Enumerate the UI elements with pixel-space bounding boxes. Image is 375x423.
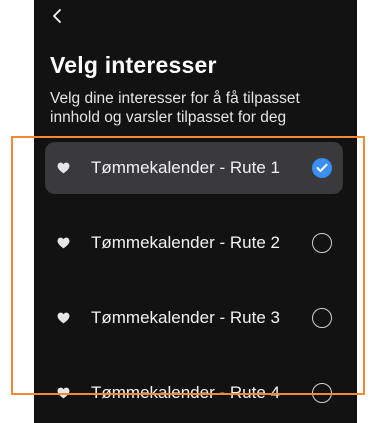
interest-item-rute-3[interactable]: Tømmekalender - Rute 3 bbox=[45, 292, 343, 344]
heart-icon bbox=[57, 312, 70, 324]
interest-item-rute-1[interactable]: Tømmekalender - Rute 1 bbox=[45, 142, 343, 194]
interest-item-rute-4[interactable]: Tømmekalender - Rute 4 bbox=[45, 367, 343, 419]
interest-label: Tømmekalender - Rute 1 bbox=[91, 158, 280, 177]
heart-icon bbox=[57, 162, 70, 174]
heart-icon bbox=[57, 387, 70, 399]
interest-label: Tømmekalender - Rute 2 bbox=[91, 233, 280, 252]
interest-screen: Velg interesser Velg dine interesser for… bbox=[34, 0, 357, 423]
interest-label: Tømmekalender - Rute 3 bbox=[91, 308, 280, 327]
interest-item-rute-2[interactable]: Tømmekalender - Rute 2 bbox=[45, 217, 343, 269]
page-subtitle: Velg dine interesser for å få tilpasset … bbox=[50, 90, 300, 126]
radio-circle-icon[interactable] bbox=[312, 233, 332, 253]
heart-icon bbox=[57, 237, 70, 249]
interest-label: Tømmekalender - Rute 4 bbox=[91, 383, 280, 402]
page-title: Velg interesser bbox=[50, 52, 217, 78]
checkmark-circle-icon[interactable] bbox=[312, 158, 332, 178]
interest-list: Tømmekalender - Rute 1 Tømmekalender - R… bbox=[45, 142, 343, 423]
radio-circle-icon[interactable] bbox=[312, 383, 332, 403]
chevron-left-icon bbox=[53, 9, 61, 23]
radio-circle-icon[interactable] bbox=[312, 308, 332, 328]
back-button[interactable] bbox=[52, 8, 70, 30]
